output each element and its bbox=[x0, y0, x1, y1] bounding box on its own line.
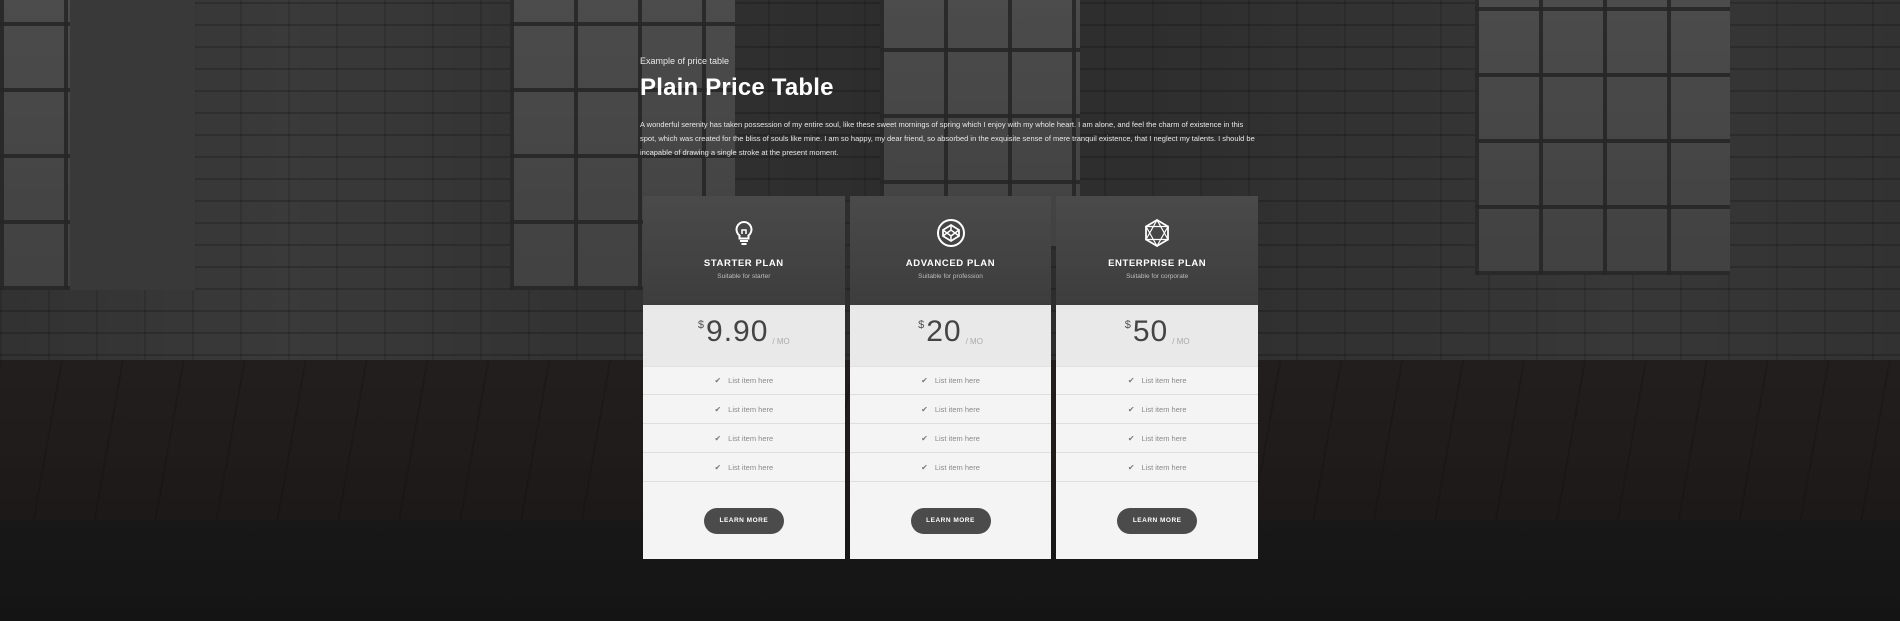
plan-footer: LEARN MORE bbox=[1056, 482, 1259, 559]
feature-label: List item here bbox=[1141, 433, 1187, 443]
geometric-polygon-icon bbox=[1145, 218, 1170, 248]
check-icon: ✔ bbox=[714, 404, 722, 414]
codepen-icon bbox=[936, 219, 965, 247]
feature-label: List item here bbox=[728, 462, 774, 472]
currency-symbol: $ bbox=[1124, 319, 1131, 331]
list-item: ✔ List item here bbox=[849, 395, 1052, 424]
lightbulb-icon bbox=[735, 220, 753, 245]
plan-footer: LEARN MORE bbox=[643, 482, 845, 559]
check-icon: ✔ bbox=[921, 433, 928, 443]
list-item: ✔ List item here bbox=[643, 424, 845, 453]
check-icon: ✔ bbox=[921, 462, 928, 472]
plan-subtitle: Suitable for profession bbox=[918, 273, 983, 280]
check-icon: ✔ bbox=[714, 433, 722, 443]
list-item: ✔ List item here bbox=[849, 424, 1052, 453]
plan-price: $ 50 / MO bbox=[1056, 305, 1259, 366]
plan-header: ENTERPRISE PLAN Suitable for corporate bbox=[1056, 196, 1259, 305]
price-period: / MO bbox=[1172, 337, 1190, 346]
plan-footer: LEARN MORE bbox=[849, 482, 1052, 559]
check-icon: ✔ bbox=[1127, 433, 1135, 443]
price-amount: 20 bbox=[926, 315, 962, 348]
feature-label: List item here bbox=[728, 433, 774, 443]
learn-more-button[interactable]: LEARN MORE bbox=[703, 507, 784, 534]
learn-more-button[interactable]: LEARN MORE bbox=[910, 507, 991, 534]
list-item: ✔ List item here bbox=[1056, 395, 1259, 424]
list-item: ✔ List item here bbox=[1056, 424, 1259, 453]
check-icon: ✔ bbox=[921, 404, 928, 414]
feature-list: ✔ List item here ✔ List item here ✔ List it… bbox=[643, 366, 845, 482]
plan-card-advanced: ADVANCED PLAN Suitable for profession $ … bbox=[849, 196, 1052, 559]
feature-label: List item here bbox=[1141, 376, 1187, 385]
feature-label: List item here bbox=[934, 433, 980, 443]
price-amount: 50 bbox=[1132, 315, 1169, 348]
plan-subtitle: Suitable for corporate bbox=[1126, 273, 1189, 280]
price-table: STARTER PLAN Suitable for starter $ 9.90… bbox=[643, 196, 1259, 559]
feature-label: List item here bbox=[1141, 404, 1187, 414]
price-section-header: Example of price table Plain Price Table… bbox=[640, 56, 1260, 160]
price-period: / MO bbox=[965, 337, 983, 346]
check-icon: ✔ bbox=[714, 376, 722, 385]
plan-name: ADVANCED PLAN bbox=[905, 258, 996, 269]
plan-price: $ 20 / MO bbox=[849, 305, 1052, 366]
plan-card-enterprise: ENTERPRISE PLAN Suitable for corporate $… bbox=[1056, 196, 1259, 559]
list-item: ✔ List item here bbox=[643, 395, 845, 424]
check-icon: ✔ bbox=[921, 376, 928, 385]
list-item: ✔ List item here bbox=[849, 366, 1052, 395]
feature-label: List item here bbox=[934, 462, 980, 472]
list-item: ✔ List item here bbox=[643, 453, 845, 482]
learn-more-button[interactable]: LEARN MORE bbox=[1117, 507, 1198, 534]
feature-label: List item here bbox=[934, 404, 980, 414]
plan-header: STARTER PLAN Suitable for starter bbox=[643, 196, 845, 305]
feature-label: List item here bbox=[1141, 462, 1187, 472]
plan-card-starter: STARTER PLAN Suitable for starter $ 9.90… bbox=[643, 196, 845, 559]
feature-label: List item here bbox=[728, 404, 774, 414]
check-icon: ✔ bbox=[1127, 404, 1135, 414]
check-icon: ✔ bbox=[1127, 376, 1135, 385]
feature-label: List item here bbox=[934, 376, 980, 385]
currency-symbol: $ bbox=[918, 319, 925, 331]
feature-label: List item here bbox=[728, 376, 774, 385]
price-period: / MO bbox=[772, 337, 790, 346]
page-title: Plain Price Table bbox=[640, 74, 834, 101]
intro-paragraph: A wonderful serenity has taken possessio… bbox=[640, 120, 1255, 157]
list-item: ✔ List item here bbox=[1056, 366, 1259, 395]
check-icon: ✔ bbox=[714, 462, 722, 472]
list-item: ✔ List item here bbox=[849, 453, 1052, 482]
plan-name: ENTERPRISE PLAN bbox=[1108, 258, 1207, 269]
eyebrow-text: Example of price table bbox=[640, 56, 730, 66]
plan-name: STARTER PLAN bbox=[703, 258, 784, 269]
list-item: ✔ List item here bbox=[1056, 453, 1259, 482]
price-amount: 9.90 bbox=[706, 315, 769, 348]
list-item: ✔ List item here bbox=[643, 366, 845, 395]
feature-list: ✔ List item here ✔ List item here ✔ List it… bbox=[1056, 366, 1259, 482]
check-icon: ✔ bbox=[1127, 462, 1135, 472]
currency-symbol: $ bbox=[697, 319, 705, 331]
plan-subtitle: Suitable for starter bbox=[717, 273, 771, 280]
feature-list: ✔ List item here ✔ List item here ✔ List it… bbox=[849, 366, 1052, 482]
plan-header: ADVANCED PLAN Suitable for profession bbox=[849, 196, 1052, 305]
plan-price: $ 9.90 / MO bbox=[643, 305, 845, 366]
